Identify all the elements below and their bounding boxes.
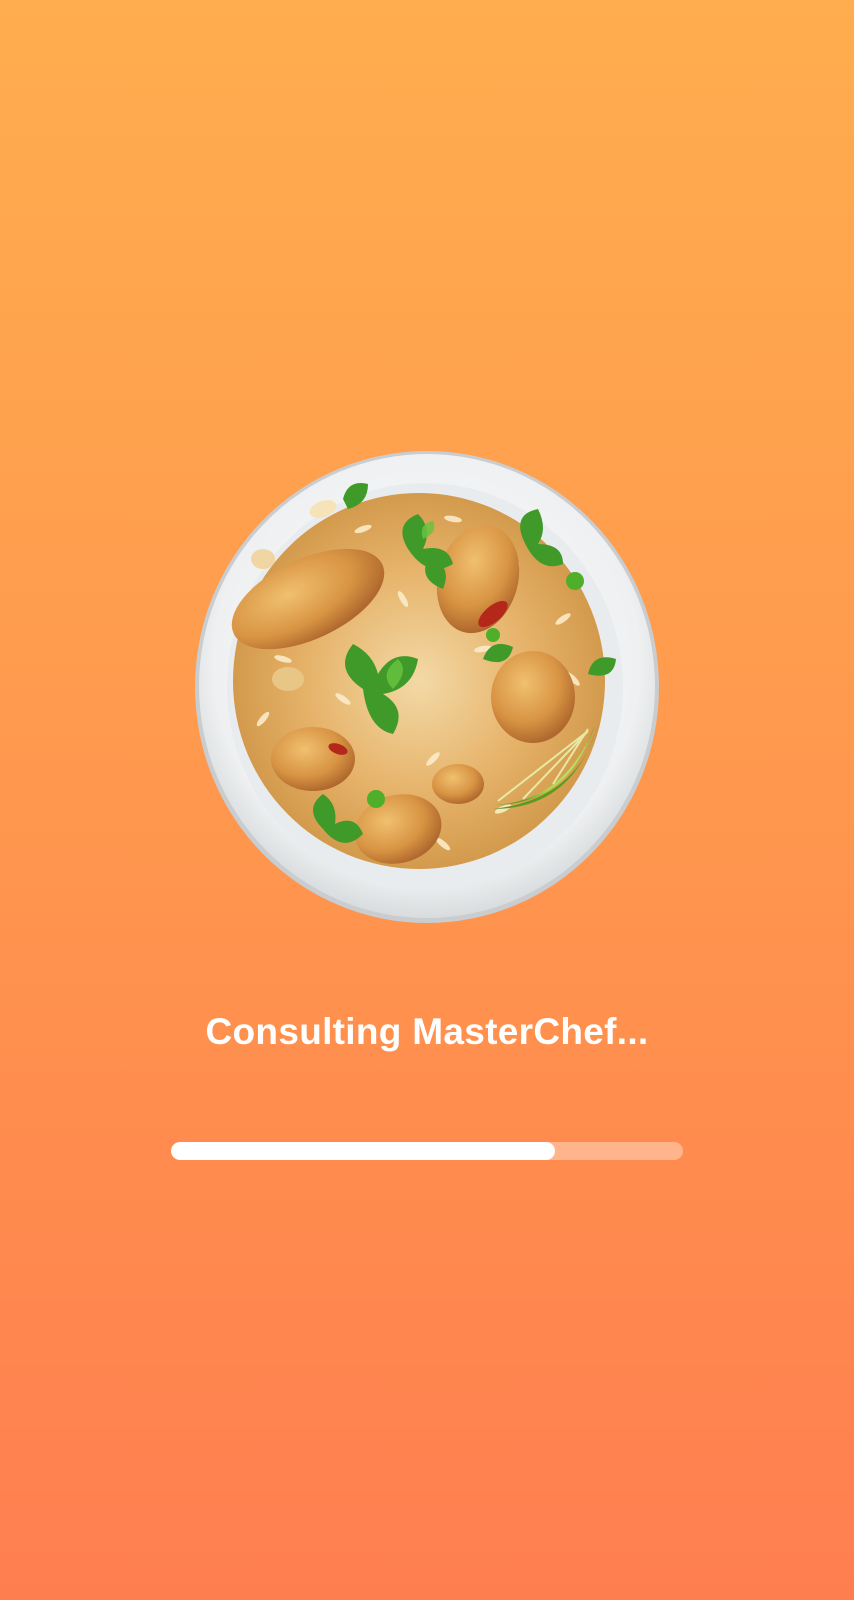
loading-status-text: Consulting MasterChef... [205,1011,649,1052]
progress-bar [171,1142,683,1160]
biryani-bowl-image [193,449,662,926]
loading-screen: Consulting MasterChef... [0,0,854,1600]
progress-bar-fill [171,1142,555,1160]
